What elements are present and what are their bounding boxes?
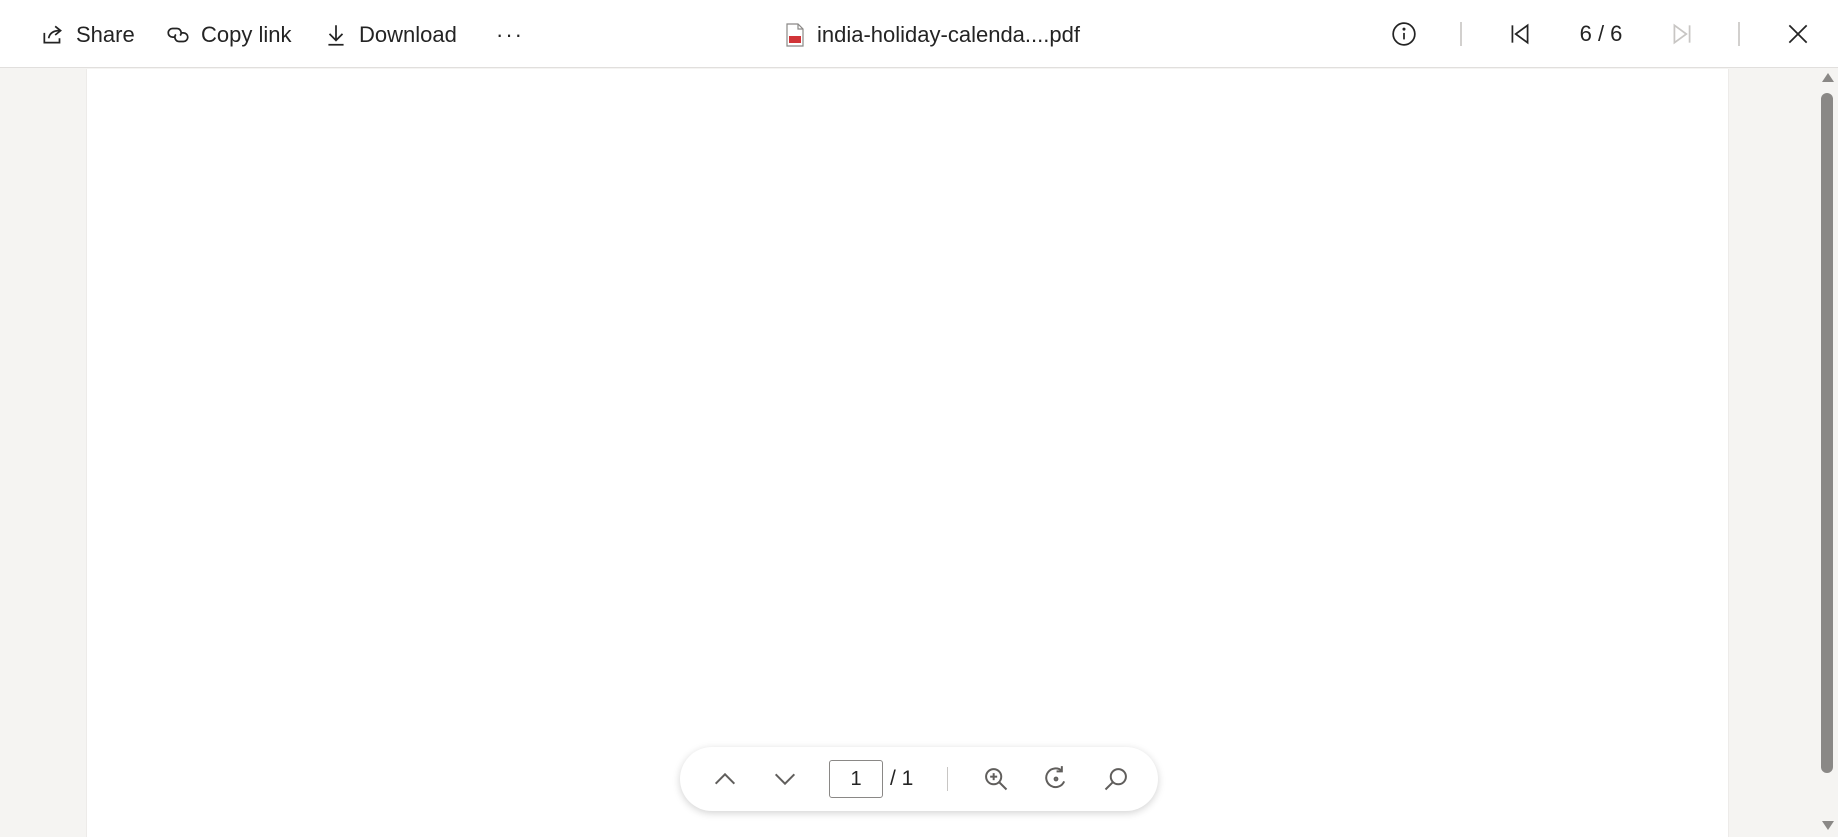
last-item-icon [1673, 23, 1691, 45]
pdf-file-icon [786, 23, 804, 47]
toolbar-divider [1460, 22, 1462, 46]
pdf-page [86, 69, 1729, 837]
file-title: india-holiday-calenda....pdf [785, 16, 1080, 54]
pdf-controls-toolbar: / 1 [680, 747, 1158, 811]
next-page-button[interactable] [768, 762, 802, 796]
chevron-down-icon [774, 773, 796, 786]
chevron-up-icon [714, 772, 736, 785]
info-icon [1392, 22, 1416, 46]
item-position: 6 / 6 [1579, 21, 1623, 46]
previous-page-button[interactable] [708, 762, 742, 796]
scroll-down-arrow[interactable] [1822, 821, 1834, 830]
download-label: Download [359, 22, 457, 47]
more-icon: ··· [496, 22, 524, 47]
share-button[interactable]: Share [40, 16, 135, 54]
file-name: india-holiday-calenda....pdf [817, 22, 1080, 47]
search-button[interactable] [1099, 762, 1133, 796]
scroll-thumb[interactable] [1821, 93, 1833, 773]
page-number-input[interactable] [829, 760, 883, 798]
share-label: Share [76, 22, 135, 47]
copy-link-button[interactable]: Copy link [165, 16, 291, 54]
page-total: / 1 [890, 767, 914, 790]
share-icon [43, 25, 62, 44]
scroll-up-arrow[interactable] [1822, 73, 1834, 82]
info-button[interactable] [1387, 17, 1421, 51]
zoom-in-button[interactable] [979, 762, 1013, 796]
first-item-button[interactable] [1503, 17, 1537, 51]
close-icon [1788, 24, 1808, 44]
link-icon [167, 27, 189, 43]
toolbar-divider [1738, 22, 1740, 46]
search-icon [1104, 768, 1127, 791]
rotate-icon [1045, 766, 1066, 789]
vertical-scrollbar[interactable] [1818, 69, 1838, 837]
last-item-button[interactable] [1665, 17, 1699, 51]
controls-divider [947, 767, 948, 791]
copy-link-label: Copy link [201, 22, 292, 47]
close-button[interactable] [1781, 17, 1815, 51]
more-options-button[interactable]: ··· [496, 16, 524, 54]
zoom-in-icon [985, 768, 1008, 791]
top-toolbar: Share Copy link Download ··· india-holid… [0, 0, 1838, 68]
download-button[interactable]: Download [323, 16, 457, 54]
download-icon [328, 25, 344, 46]
first-item-icon [1511, 23, 1529, 45]
rotate-button[interactable] [1039, 762, 1073, 796]
